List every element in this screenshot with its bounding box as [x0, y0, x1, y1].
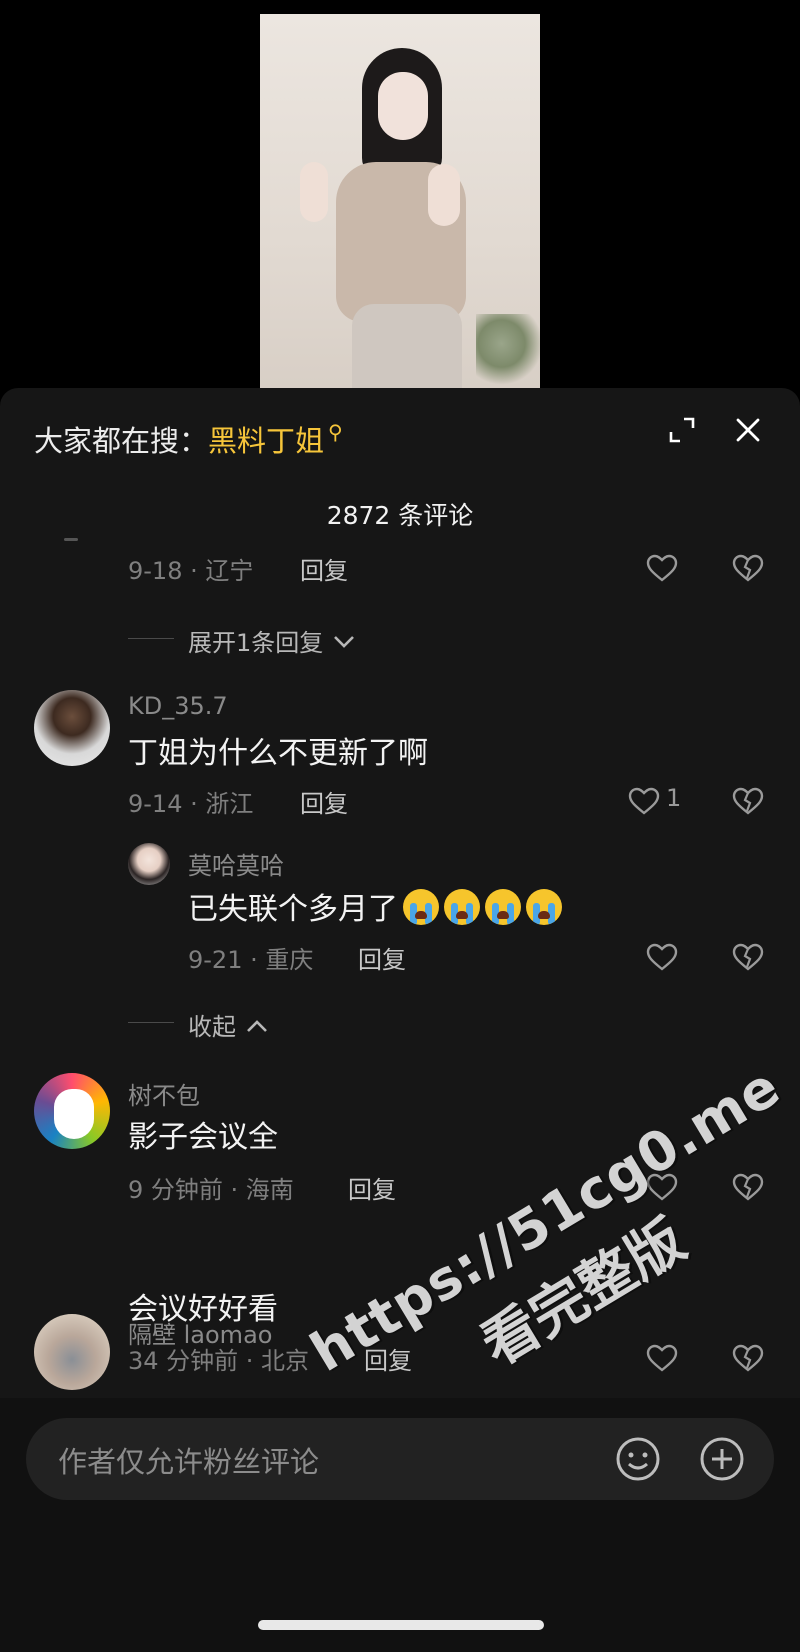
collapse-replies-label: 收起 [188, 1013, 236, 1041]
loudly-crying-emoji [444, 889, 480, 925]
video-figure-hand [428, 164, 460, 226]
avatar-sliver [64, 538, 78, 541]
heart-icon[interactable] [646, 554, 678, 582]
comment-meta: 9-18 · 辽宁 [128, 557, 254, 585]
reply-button[interactable]: 回复 [348, 1170, 396, 1205]
comment-text: 已失联个多月了 [188, 884, 562, 928]
chevron-up-icon [246, 1020, 267, 1032]
comments-count: 2872 条评论 [326, 501, 474, 530]
video-figure-face [378, 72, 428, 140]
avatar[interactable] [34, 1314, 110, 1390]
loudly-crying-emoji [526, 889, 562, 925]
close-icon[interactable] [726, 408, 770, 452]
comment-text-body: 已失联个多月了 [188, 892, 398, 927]
comment-text: 丁姐为什么不更新了啊 [128, 736, 428, 771]
video-plant [476, 314, 540, 388]
chevron-down-icon [334, 636, 354, 648]
like-count: 1 [666, 784, 682, 812]
comment-username[interactable]: 莫哈莫哈 [188, 846, 284, 881]
video-figure-legs [352, 304, 462, 388]
reply-button[interactable]: 回复 [358, 940, 406, 975]
reply-button[interactable]: 回复 [300, 551, 348, 586]
comment-username[interactable]: KD_35.7 [128, 692, 228, 720]
expand-replies-button[interactable]: 展开1条回复 [188, 623, 355, 658]
comment-sheet: 大家都在搜：黑料丁姐 ⚲ 2872 条评论 9-18 · 辽宁 回复 展开1条回复… [0, 388, 800, 1652]
heart-icon[interactable] [646, 1344, 678, 1372]
broken-heart-icon[interactable] [732, 943, 764, 971]
avatar[interactable] [34, 1073, 110, 1149]
video-preview[interactable] [260, 14, 540, 388]
comment-username[interactable]: 树不包 [128, 1076, 200, 1111]
broken-heart-icon[interactable] [732, 1344, 764, 1372]
home-indicator [258, 1620, 544, 1630]
trending-search[interactable]: 大家都在搜：黑料丁姐 ⚲ [34, 418, 343, 460]
comment-text: 影子会议全 [128, 1120, 278, 1155]
heart-icon[interactable] [646, 943, 678, 971]
divider [128, 1022, 174, 1023]
expand-icon[interactable] [660, 408, 704, 452]
loudly-crying-emoji [485, 889, 521, 925]
comment-meta: 34 分钟前 · 北京 [128, 1347, 310, 1375]
comment-meta: 9-21 · 重庆 [188, 946, 314, 974]
comment-text: 会议好好看 [128, 1292, 278, 1327]
expand-replies-label: 展开1条回复 [188, 629, 324, 657]
comment-meta: 9 分钟前 · 海南 [128, 1176, 294, 1204]
heart-icon[interactable] [628, 787, 660, 815]
divider [128, 638, 174, 639]
comment-input-placeholder: 作者仅允许粉丝评论 [58, 1445, 320, 1479]
trending-search-keyword[interactable]: 黑料丁姐 [208, 424, 324, 458]
avatar[interactable] [128, 843, 170, 885]
broken-heart-icon[interactable] [732, 554, 764, 582]
trending-search-prefix: 大家都在搜： [34, 424, 209, 458]
comment-meta: 9-14 · 浙江 [128, 790, 254, 818]
search-icon: ⚲ [328, 420, 343, 444]
broken-heart-icon[interactable] [732, 787, 764, 815]
video-figure-hand [300, 162, 328, 222]
collapse-replies-button[interactable]: 收起 [188, 1007, 268, 1042]
loudly-crying-emoji [403, 889, 439, 925]
emoji-icon[interactable] [614, 1435, 662, 1483]
avatar[interactable] [34, 690, 110, 766]
plus-icon[interactable] [698, 1435, 746, 1483]
reply-button[interactable]: 回复 [300, 784, 348, 819]
